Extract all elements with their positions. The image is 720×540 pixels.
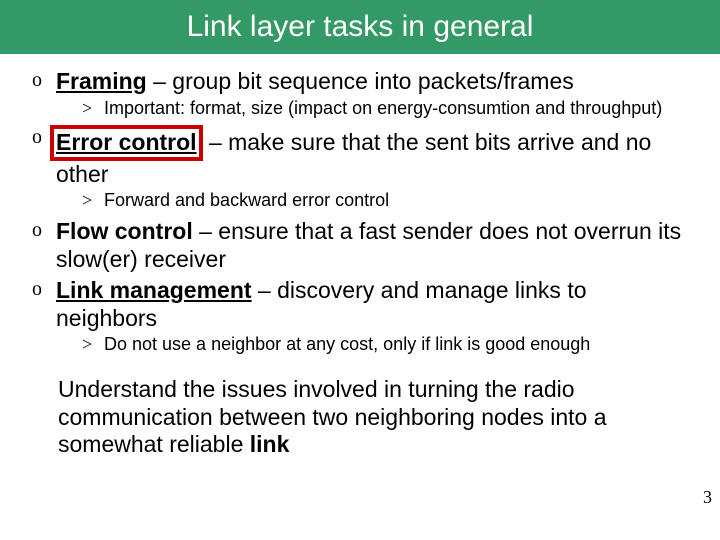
bullet-error-control: Error control – make sure that the sent … [28, 125, 692, 212]
title-bar: Link layer tasks in general [0, 0, 720, 54]
sub-item: Do not use a neighbor at any cost, only … [56, 334, 692, 356]
term-flow-control: Flow control [56, 218, 193, 244]
sub-item: Forward and backward error control [56, 190, 692, 212]
term-framing: Framing [56, 68, 147, 94]
slide: Link layer tasks in general Framing – gr… [0, 0, 720, 540]
bullet-flow-control: Flow control – ensure that a fast sender… [28, 218, 692, 273]
summary-bold: link [250, 431, 290, 457]
sub-list: Forward and backward error control [56, 190, 692, 212]
rest-framing: – group bit sequence into packets/frames [147, 68, 574, 94]
bullet-list: Framing – group bit sequence into packet… [28, 68, 692, 356]
sub-list: Do not use a neighbor at any cost, only … [56, 334, 692, 356]
sub-list: Important: format, size (impact on energ… [56, 98, 692, 120]
highlight-box: Error control [50, 125, 203, 161]
slide-content: Framing – group bit sequence into packet… [0, 54, 720, 459]
page-number: 3 [703, 487, 712, 508]
sub-item: Important: format, size (impact on energ… [56, 98, 692, 120]
slide-title: Link layer tasks in general [187, 10, 534, 44]
term-error-control: Error control [56, 129, 197, 155]
term-link-management: Link management [56, 277, 252, 303]
summary-text: Understand the issues involved in turnin… [28, 362, 692, 459]
bullet-link-management: Link management – discovery and manage l… [28, 277, 692, 356]
summary-pre: Understand the issues involved in turnin… [58, 376, 607, 457]
bullet-framing: Framing – group bit sequence into packet… [28, 68, 692, 119]
